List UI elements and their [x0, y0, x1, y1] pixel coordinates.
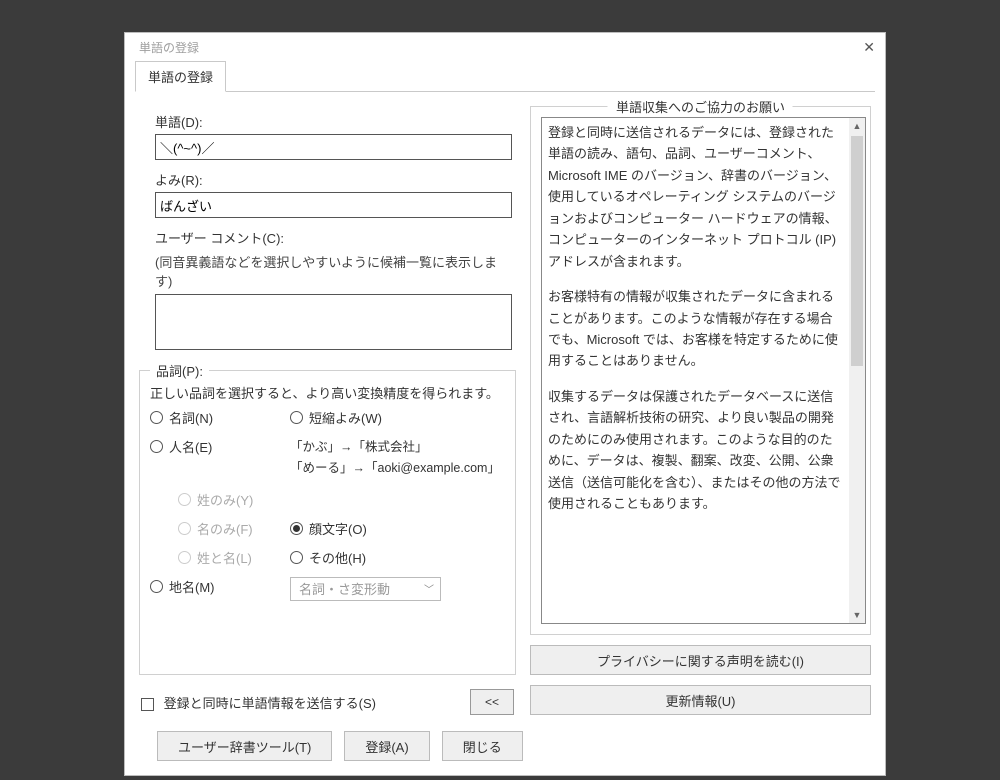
radio-personname[interactable]: 人名(E) [150, 437, 290, 456]
dropdown-value: 名詞・さ変形動 [299, 579, 390, 598]
radio-label: 顔文字(O) [309, 519, 367, 538]
radio-icon [150, 580, 163, 593]
scroll-thumb[interactable] [851, 136, 863, 366]
radio-icon [290, 522, 303, 535]
radio-given-only: 名のみ(F) [178, 519, 290, 538]
example-line: 「かぶ」→「株式会社」 [290, 437, 505, 458]
comment-input[interactable] [155, 294, 512, 350]
info-title: 単語収集へのご協力のお願い [608, 97, 793, 116]
pos-hint: 正しい品詞を選択すると、より高い変換精度を得られます。 [150, 383, 505, 402]
right-column: 単語収集へのご協力のお願い 登録と同時に送信されるデータには、登録された単語の読… [530, 106, 871, 715]
collapse-button[interactable]: << [470, 689, 514, 715]
radio-fullname: 姓と名(L) [178, 548, 290, 567]
radio-icon [178, 493, 191, 506]
send-row: 登録と同時に単語情報を送信する(S) << [139, 689, 516, 715]
close-button[interactable]: 閉じる [442, 731, 523, 761]
radio-label: その他(H) [309, 548, 366, 567]
info-para-1: 登録と同時に送信されるデータには、登録された単語の読み、語句、品詞、ユーザーコメ… [548, 122, 845, 272]
privacy-button[interactable]: プライバシーに関する声明を読む(I) [530, 645, 871, 675]
close-icon[interactable]: ✕ [851, 39, 875, 56]
radio-label: 名のみ(F) [197, 519, 253, 538]
radio-shortread[interactable]: 短縮よみ(W) [290, 408, 505, 427]
update-info-button[interactable]: 更新情報(U) [530, 685, 871, 715]
word-label: 単語(D): [155, 112, 516, 131]
pos-group: 品詞(P): 正しい品詞を選択すると、より高い変換精度を得られます。 名詞(N)… [139, 370, 516, 675]
word-register-dialog: 単語の登録 ✕ 単語の登録 単語(D): よみ(R): ユーザー コメント(C)… [124, 32, 886, 776]
info-group: 単語収集へのご協力のお願い 登録と同時に送信されるデータには、登録された単語の読… [530, 106, 871, 635]
radio-label: 人名(E) [169, 437, 212, 456]
radio-icon [150, 411, 163, 424]
example-line: 「めーる」→「aoki@example.com」 [290, 458, 505, 479]
footer: ユーザー辞書ツール(T) 登録(A) 閉じる [125, 723, 885, 775]
radio-surname-only: 姓のみ(Y) [178, 490, 290, 509]
radio-icon [178, 522, 191, 535]
pos-radio-grid: 名詞(N) 短縮よみ(W) 人名(E) 「かぶ」→「株式会社」 「めーる」→「a… [150, 408, 505, 601]
reading-input[interactable] [155, 192, 512, 218]
other-dropdown[interactable]: 名詞・さ変形動 ﹀ [290, 577, 441, 601]
tab-row: 単語の登録 [125, 61, 885, 92]
scrollbar[interactable]: ▲ ▼ [849, 118, 865, 623]
left-column: 単語(D): よみ(R): ユーザー コメント(C): (同音異義語などを選択し… [139, 106, 516, 715]
pos-group-title: 品詞(P): [150, 361, 209, 380]
radio-label: 地名(M) [169, 577, 215, 596]
short-examples: 「かぶ」→「株式会社」 「めーる」→「aoki@example.com」 [290, 437, 505, 480]
comment-hint: (同音異義語などを選択しやすいように候補一覧に表示します) [155, 252, 512, 290]
window-title: 単語の登録 [139, 39, 199, 56]
radio-label: 短縮よみ(W) [309, 408, 382, 427]
info-text: 登録と同時に送信されるデータには、登録された単語の読み、語句、品詞、ユーザーコメ… [541, 117, 866, 624]
body: 単語(D): よみ(R): ユーザー コメント(C): (同音異義語などを選択し… [125, 92, 885, 723]
tab-word-register[interactable]: 単語の登録 [135, 61, 226, 92]
word-input[interactable] [155, 134, 512, 160]
comment-label: ユーザー コメント(C): [155, 228, 516, 247]
titlebar: 単語の登録 ✕ [125, 33, 885, 61]
checkbox-icon [141, 698, 154, 711]
radio-kaomoji[interactable]: 顔文字(O) [290, 519, 505, 538]
info-para-3: 収集するデータは保護されたデータベースに送信され、言語解析技術の研究、より良い製… [548, 386, 845, 515]
info-para-2: お客様特有の情報が収集されたデータに含まれることがあります。このような情報が存在… [548, 286, 845, 372]
chevron-down-icon: ﹀ [424, 581, 434, 596]
radio-noun[interactable]: 名詞(N) [150, 408, 290, 427]
radio-other[interactable]: その他(H) [290, 548, 505, 567]
radio-icon [150, 440, 163, 453]
register-button[interactable]: 登録(A) [344, 731, 429, 761]
reading-label: よみ(R): [155, 170, 516, 189]
scroll-down-icon[interactable]: ▼ [849, 607, 865, 623]
radio-icon [290, 551, 303, 564]
radio-label: 名詞(N) [169, 408, 213, 427]
dict-tool-button[interactable]: ユーザー辞書ツール(T) [157, 731, 332, 761]
radio-icon [178, 551, 191, 564]
scroll-up-icon[interactable]: ▲ [849, 118, 865, 134]
radio-label: 姓のみ(Y) [197, 490, 253, 509]
radio-place[interactable]: 地名(M) [150, 577, 290, 596]
radio-label: 姓と名(L) [197, 548, 252, 567]
radio-icon [290, 411, 303, 424]
send-checkbox-label: 登録と同時に単語情報を送信する(S) [164, 696, 376, 711]
send-checkbox-wrap[interactable]: 登録と同時に単語情報を送信する(S) [141, 693, 376, 712]
